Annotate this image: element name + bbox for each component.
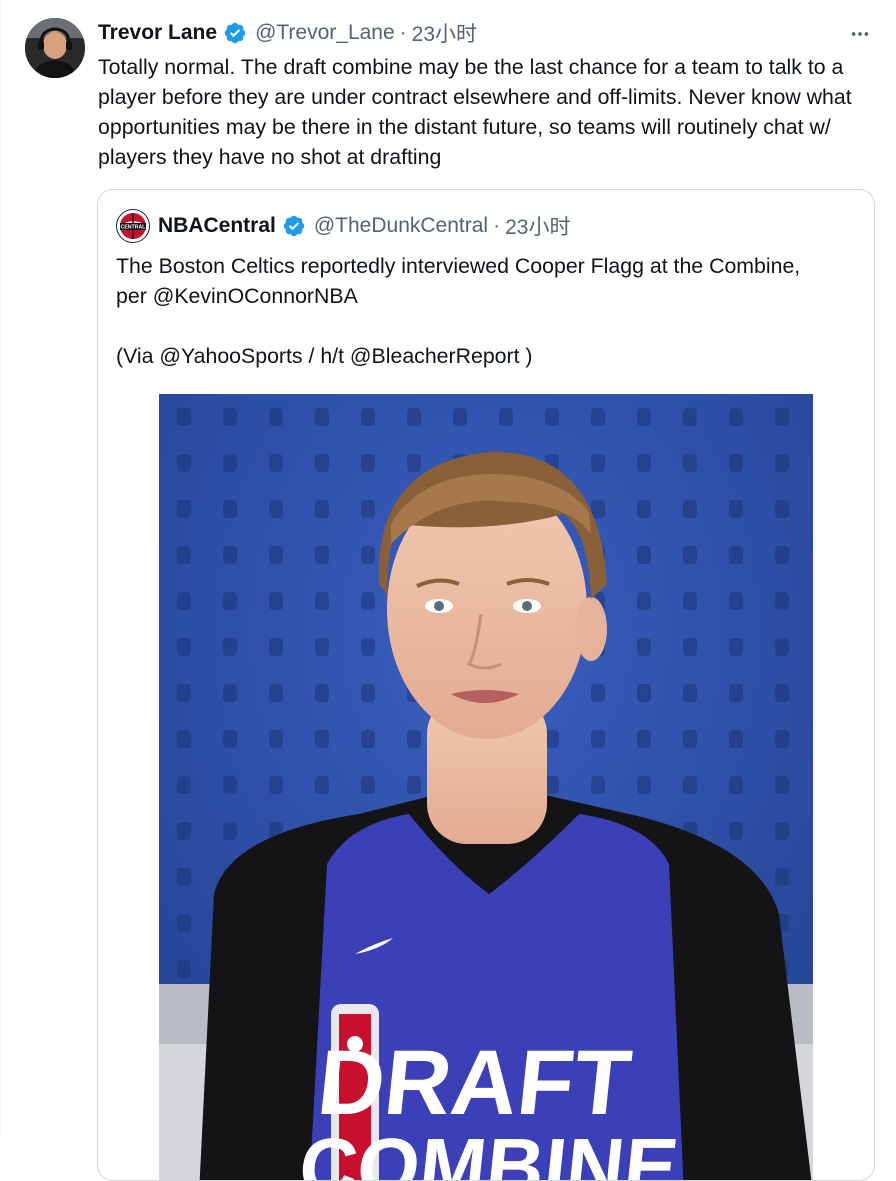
quoted-text-line: The Boston Celtics reportedly interviewe…	[116, 254, 801, 308]
more-horizontal-icon[interactable]	[846, 20, 874, 48]
tweet-timestamp[interactable]: 23小时	[412, 18, 477, 48]
quoted-tweet-photo[interactable]: DRAFT COMBINE	[159, 394, 813, 1181]
quoted-tweet-header: CENTRAL NBACentral @TheDunkCentral · 23小…	[116, 208, 570, 244]
timeline-border	[0, 0, 1, 1136]
quoted-author-avatar[interactable]: CENTRAL	[116, 209, 150, 243]
verified-badge-icon	[223, 21, 247, 45]
tweet-text: Totally normal. The draft combine may be…	[98, 55, 852, 169]
header-separator: ·	[399, 21, 407, 44]
jersey-text: DRAFT	[313, 1030, 636, 1134]
quoted-tweet-timestamp[interactable]: 23小时	[505, 211, 570, 241]
quoted-author-handle[interactable]: @TheDunkCentral	[314, 214, 488, 238]
quoted-tweet-text: The Boston Celtics reportedly interviewe…	[116, 251, 836, 371]
quoted-header-separator: ·	[493, 214, 501, 237]
quoted-avatar-text: CENTRAL	[121, 225, 147, 231]
quoted-author-name[interactable]: NBACentral	[158, 214, 276, 238]
verified-badge-icon	[282, 214, 306, 238]
author-name[interactable]: Trevor Lane	[98, 21, 217, 45]
quoted-text-line: (Via @YahooSports / h/t @BleacherReport …	[116, 344, 533, 368]
quoted-tweet[interactable]: CENTRAL NBACentral @TheDunkCentral · 23小…	[97, 189, 875, 1181]
author-handle[interactable]: @Trevor_Lane	[255, 21, 395, 45]
author-avatar[interactable]	[25, 18, 85, 78]
tweet-header: Trevor Lane @Trevor_Lane · 23小时	[98, 19, 477, 47]
jersey-text: COMBINE	[295, 1121, 682, 1181]
